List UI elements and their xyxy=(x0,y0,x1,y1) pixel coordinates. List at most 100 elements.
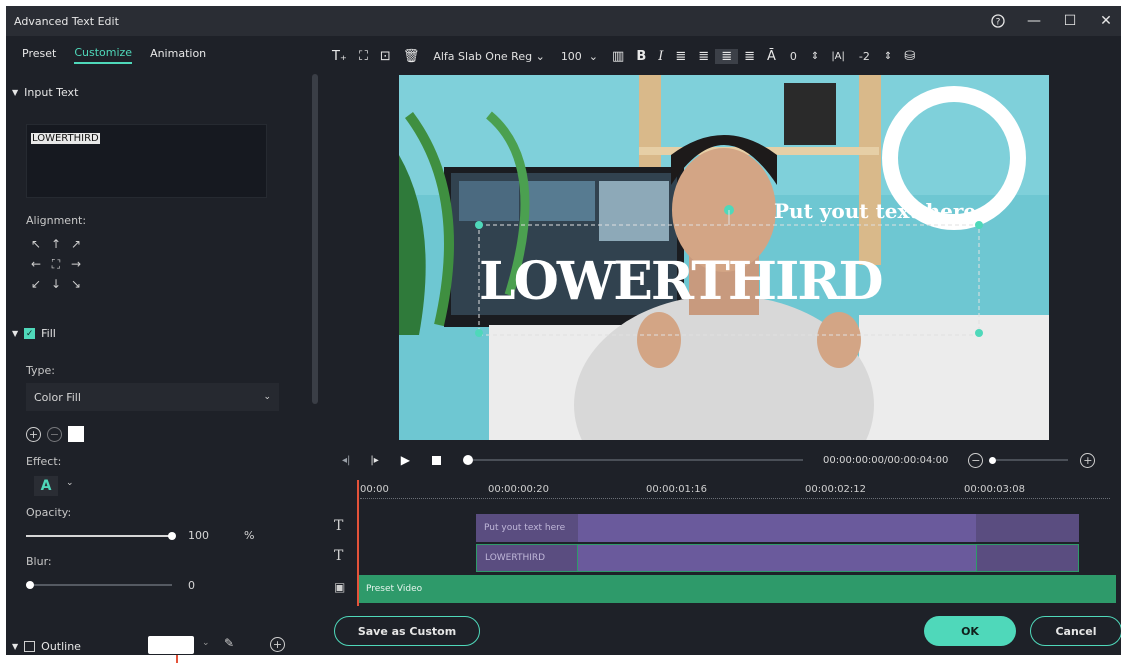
ruler-tick-label: 00:00:00:20 xyxy=(488,484,550,495)
minimize-button[interactable]: — xyxy=(1016,6,1052,36)
line-spacing-value[interactable]: 0 xyxy=(782,50,805,63)
input-text-header: Input Text xyxy=(24,86,79,99)
fill-section-header[interactable]: ▼ ✓ Fill xyxy=(12,327,56,340)
align-top-icon[interactable]: ↑ xyxy=(46,234,66,254)
video-preview[interactable]: Put yout text here LOWERTHIRD xyxy=(399,75,1049,440)
maximize-button[interactable]: ☐ xyxy=(1052,6,1088,36)
zoom-in-icon[interactable]: + xyxy=(1080,452,1096,468)
stop-icon[interactable] xyxy=(432,455,442,465)
tab-animation[interactable]: Animation xyxy=(150,47,206,63)
timeline-clip-main-text[interactable]: LOWERTHIRD xyxy=(476,544,578,572)
line-spacing-stepper-icon[interactable]: ⇕ xyxy=(805,51,825,62)
add-outline-icon[interactable]: + xyxy=(270,637,285,652)
font-name: Alfa Slab One Reg xyxy=(433,49,533,63)
align-left-icon[interactable]: ← xyxy=(26,254,46,274)
align-right-icon[interactable]: → xyxy=(66,254,86,274)
align-center-icon[interactable]: ⛶ xyxy=(46,254,66,274)
cancel-button[interactable]: Cancel xyxy=(1030,616,1121,646)
bold-button[interactable]: B xyxy=(630,49,652,64)
fill-color-swatch[interactable] xyxy=(68,426,84,442)
delete-icon[interactable]: 🗑 xyxy=(397,49,426,64)
previous-frame-icon[interactable]: ◂| xyxy=(342,455,350,466)
timeline-clip-subtext-body[interactable] xyxy=(578,514,976,542)
align-right-text-icon[interactable]: ≣ xyxy=(692,49,715,64)
timeline-clip-subtext-tail[interactable] xyxy=(976,514,1079,542)
preview-main-text[interactable]: LOWERTHIRD xyxy=(479,251,884,312)
preview-subtext[interactable]: Put yout text here xyxy=(774,199,976,223)
opacity-value[interactable]: 100 xyxy=(188,529,209,542)
justify-text-icon[interactable]: ≣ xyxy=(738,49,761,64)
playhead-knob[interactable] xyxy=(463,455,474,465)
window-title: Advanced Text Edit xyxy=(14,14,119,28)
align-center-text-icon[interactable]: ≣ xyxy=(715,48,739,64)
effect-picker[interactable]: A xyxy=(34,476,58,496)
outline-checkbox[interactable] xyxy=(24,641,36,652)
outline-section-header[interactable]: ▼ Outline xyxy=(12,640,81,653)
alignment-label: Alignment: xyxy=(26,214,87,227)
layers-icon[interactable]: ⛁ xyxy=(898,49,921,64)
timeline-clip-video[interactable]: Preset Video xyxy=(358,575,1116,603)
text-toolbar: T₊ ⛶ ⊡ 🗑 Alfa Slab One Reg ⌄ 100 ⌄ ▥ B I… xyxy=(326,42,921,70)
chevron-down-icon: ⌄ xyxy=(263,392,271,402)
play-icon[interactable]: ▶ xyxy=(401,453,410,467)
char-spacing-value[interactable]: -2 xyxy=(851,50,878,63)
input-text-field[interactable]: LOWERTHIRD xyxy=(26,124,267,198)
align-left-text-icon[interactable]: ≣ xyxy=(669,49,692,64)
opacity-slider[interactable] xyxy=(26,535,172,537)
align-top-right-icon[interactable]: ↗ xyxy=(66,234,86,254)
crop-icon[interactable]: ⛶ xyxy=(353,49,374,64)
text-style-icon[interactable]: ▥ xyxy=(606,49,630,64)
outer-playhead-marker xyxy=(176,655,178,663)
tab-preset[interactable]: Preset xyxy=(22,47,56,63)
clip-label: Preset Video xyxy=(366,584,423,594)
add-color-icon[interactable]: + xyxy=(26,426,41,442)
save-as-custom-button[interactable]: Save as Custom xyxy=(334,616,480,646)
outline-color-dropdown-icon[interactable]: ⌄ xyxy=(202,638,210,648)
zoom-track[interactable] xyxy=(996,459,1069,461)
input-text-section-header[interactable]: ▼ Input Text xyxy=(12,86,78,99)
fill-checkbox[interactable]: ✓ xyxy=(24,328,36,339)
timeline-clip-main-text-tail[interactable] xyxy=(976,544,1079,572)
effect-dropdown-icon[interactable]: ⌄ xyxy=(66,478,74,488)
outline-color-swatch[interactable] xyxy=(148,636,194,654)
char-spacing-stepper-icon[interactable]: ⇕ xyxy=(878,51,898,62)
font-size-select[interactable]: 100 ⌄ xyxy=(553,50,606,63)
char-spacing-icon[interactable]: |A| xyxy=(825,51,851,62)
blur-slider[interactable] xyxy=(26,584,172,586)
tab-customize[interactable]: Customize xyxy=(74,46,133,64)
timeline-clip-main-text-body[interactable] xyxy=(578,544,976,572)
help-button[interactable]: ? xyxy=(980,6,1016,36)
blur-value[interactable]: 0 xyxy=(188,579,195,592)
line-spacing-icon[interactable]: Ā xyxy=(761,49,782,64)
next-frame-icon[interactable]: |▸ xyxy=(370,455,378,466)
italic-button[interactable]: I xyxy=(652,49,669,64)
timeline-clip-subtext[interactable]: Put yout text here xyxy=(476,514,578,542)
ruler-tick-label: 00:00:02:12 xyxy=(805,484,867,495)
blur-label: Blur: xyxy=(26,555,52,568)
playback-controls: ◂| |▸ ▶ 00:00:00:00/00:00:04:00 − + xyxy=(324,446,1121,474)
fill-type-select[interactable]: Color Fill ⌄ xyxy=(26,383,279,411)
ruler-tick-label: 00:00:03:08 xyxy=(964,484,1026,495)
align-bottom-left-icon[interactable]: ↙ xyxy=(26,274,46,294)
insert-image-icon[interactable]: ⊡ xyxy=(374,49,397,64)
align-bottom-right-icon[interactable]: ↘ xyxy=(66,274,86,294)
zoom-knob[interactable] xyxy=(989,456,997,464)
opacity-slider-knob[interactable] xyxy=(168,532,176,540)
timeline: 00:00 00:00:00:20 00:00:01:16 00:00:02:1… xyxy=(324,476,1121,606)
close-button[interactable]: ✕ xyxy=(1088,6,1121,36)
eyedropper-icon[interactable]: ✎ xyxy=(224,636,234,650)
progress-track[interactable] xyxy=(473,459,804,461)
blur-slider-knob[interactable] xyxy=(26,581,34,589)
align-bottom-icon[interactable]: ↓ xyxy=(46,274,66,294)
align-top-left-icon[interactable]: ↖ xyxy=(26,234,46,254)
zoom-out-icon[interactable]: − xyxy=(968,452,984,468)
remove-color-icon[interactable]: − xyxy=(47,426,62,442)
panel-scrollbar[interactable] xyxy=(312,74,318,404)
font-select[interactable]: Alfa Slab One Reg ⌄ xyxy=(425,50,552,63)
ok-button[interactable]: OK xyxy=(924,616,1016,646)
add-text-icon[interactable]: T₊ xyxy=(326,49,353,64)
opacity-label: Opacity: xyxy=(26,506,72,519)
playhead[interactable] xyxy=(357,480,359,606)
video-track-icon: ▣ xyxy=(334,580,346,594)
text-track-icon: T xyxy=(334,518,344,534)
